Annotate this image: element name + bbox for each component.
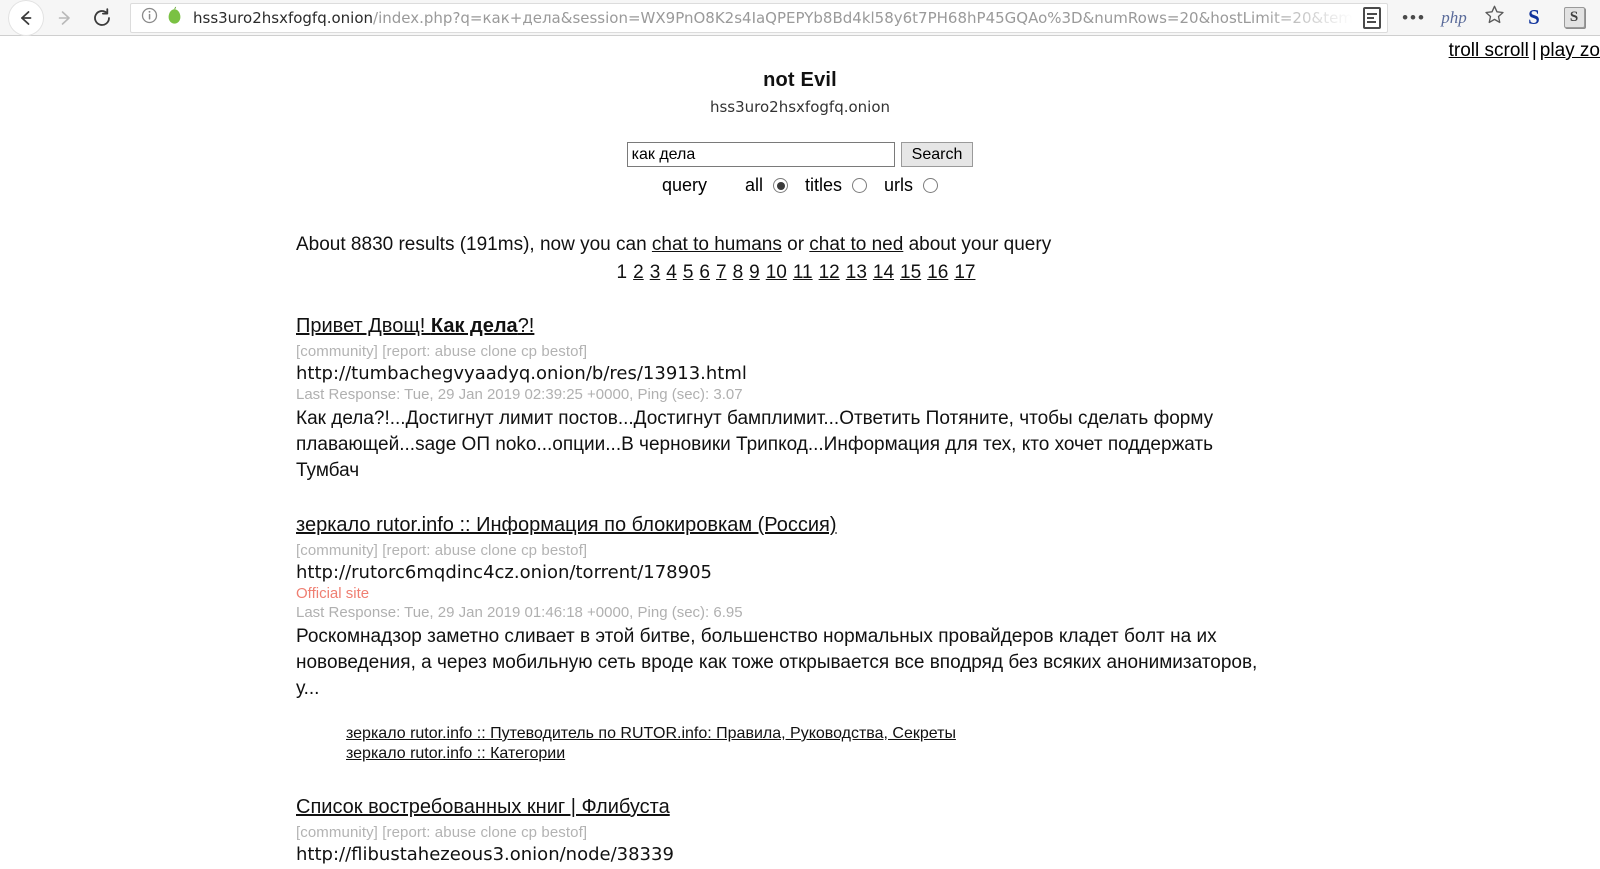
pagination-page-17[interactable]: 17 [954,262,975,283]
pagination-page-3[interactable]: 3 [650,262,661,283]
pagination-page-8[interactable]: 8 [733,262,744,283]
search-row: Search [626,142,974,167]
overflow-menu-button[interactable]: ••• [1394,0,1434,36]
page-info-icon[interactable] [141,7,158,29]
page-viewport: troll scroll | play zo not Evil hss3uro2hs… [0,37,1600,869]
result-url[interactable]: http://flibustahezeous3.onion/node/38339 [296,844,1580,865]
search-result: зеркало rutor.info :: Информация по блок… [296,513,1580,764]
query-label: query [661,175,707,195]
pagination-page-9[interactable]: 9 [749,262,760,283]
pagination-page-13[interactable]: 13 [846,262,867,283]
forward-button[interactable] [46,0,82,36]
results-summary-suffix: about your query [903,234,1052,255]
page-title: not Evil [763,69,837,91]
corner-link-separator: | [1531,40,1537,61]
result-url[interactable]: http://rutorc6mqdinc4cz.onion/torrent/17… [296,562,1580,583]
site-domain: hss3uro2hsxfogfq.onion [709,98,891,116]
browser-toolbar: hss3uro2hsxfogfq.onion/index.php?q=как+д… [0,0,1600,36]
pagination-page-2[interactable]: 2 [633,262,644,283]
extension-s-blue-button[interactable]: S [1514,0,1554,36]
back-arrow-icon [16,8,36,28]
troll-scroll-link[interactable]: troll scroll [1449,40,1529,61]
result-sublink[interactable]: зеркало rutor.info :: Путеводитель по RU… [346,724,1580,744]
address-bar[interactable]: hss3uro2hsxfogfq.onion/index.php?q=как+д… [130,2,1388,33]
navigation-buttons [0,0,120,36]
results-summary: About 8830 results (191ms), now you can … [296,234,1580,256]
official-site-badge: Official site [296,585,370,603]
result-last-response: Last Response: Tue, 29 Jan 2019 01:46:18… [296,604,743,622]
results-summary-middle: or [781,234,810,255]
bookmark-button[interactable] [1474,0,1514,36]
search-result: Список востребованных книг | Флибуста [co… [296,795,1580,869]
site-header: not Evil hss3uro2hsxfogfq.onion [0,37,1600,116]
pagination-page-7[interactable]: 7 [716,262,727,283]
reload-icon [91,7,113,29]
reader-view-icon[interactable] [1363,6,1381,29]
search-scope-options: query all titles urls [0,175,1600,196]
address-bar-actions [1353,6,1381,29]
pagination-page-4[interactable]: 4 [666,262,677,283]
onion-icon [166,6,183,30]
pagination-page-16[interactable]: 16 [927,262,948,283]
results-summary-prefix: About 8830 results (191ms), now you can [296,234,652,255]
result-title-link[interactable]: зеркало rutor.info :: Информация по блок… [296,513,837,538]
pagination-page-14[interactable]: 14 [873,262,894,283]
option-label-titles: titles [805,175,843,195]
back-button[interactable] [8,0,44,36]
extension-s-gray-button[interactable]: S [1554,0,1594,36]
forward-arrow-icon [54,8,74,28]
star-icon [1484,4,1505,31]
result-tags: [community] [report: abuse clone cp best… [296,542,588,560]
result-last-response: Last Response: Tue, 29 Jan 2019 02:39:25… [296,386,743,403]
pagination: 1 2 3 4 5 6 7 8 9 10 11 12 13 14 15 16 17 [296,262,1296,284]
results-list: Привет Двощ! Как дела?! [community] [repo… [296,314,1580,869]
option-label-urls: urls [884,175,914,195]
result-title-link[interactable]: Список востребованных книг | Флибуста [296,795,670,820]
pagination-page-6[interactable]: 6 [699,262,710,283]
result-sublinks: зеркало rutor.info :: Путеводитель по RU… [346,724,1580,765]
toolbar-extensions: ••• php S S [1388,0,1600,36]
search-button[interactable]: Search [900,142,974,167]
pagination-page-11[interactable]: 11 [793,262,813,283]
url-text: hss3uro2hsxfogfq.onion/index.php?q=как+д… [193,9,1353,27]
result-snippet: Роскомнадзор заметно сливает в этой битв… [296,626,1258,700]
chat-to-humans-link[interactable]: chat to humans [652,234,782,255]
url-path: /index.php?q=как+дела&session=WX9PnO8K2s… [373,8,1353,27]
pagination-page-12[interactable]: 12 [819,262,840,283]
results-container: About 8830 results (191ms), now you can … [0,234,1600,869]
pagination-current: 1 [616,262,628,283]
reload-button[interactable] [84,0,120,36]
s-gray-icon: S [1563,7,1585,28]
php-icon: php [1441,7,1467,27]
pagination-page-15[interactable]: 15 [900,262,921,283]
radio-urls[interactable] [923,178,939,193]
result-sublink[interactable]: зеркало rutor.info :: Категории [346,744,1580,764]
search-input[interactable] [626,142,895,167]
url-host: hss3uro2hsxfogfq.onion [193,8,374,27]
search-result: Привет Двощ! Как дела?! [community] [repo… [296,314,1580,483]
result-url[interactable]: http://tumbachegvyaadyq.onion/b/res/1391… [296,363,1580,384]
radio-all[interactable] [773,178,788,193]
overflow-menu-icon: ••• [1402,8,1426,27]
play-zoo-link[interactable]: play zo [1540,40,1600,61]
result-snippet: Как дела?!...Достигнут лимит постов...До… [296,408,1214,481]
radio-titles[interactable] [852,178,868,193]
s-blue-icon: S [1528,5,1540,29]
corner-links: troll scroll | play zo [1449,40,1600,62]
result-tags: [community] [report: abuse clone cp best… [296,343,588,360]
php-extension-button[interactable]: php [1434,0,1474,36]
search-area: Search query all titles urls [0,142,1600,196]
pagination-page-5[interactable]: 5 [683,262,694,283]
result-tags: [community] [report: abuse clone cp best… [296,823,588,841]
result-title-link[interactable]: Привет Двощ! Как дела?! [296,314,534,339]
pagination-page-10[interactable]: 10 [766,262,787,283]
option-label-all: all [744,175,763,195]
chat-to-ned-link[interactable]: chat to ned [809,234,903,255]
